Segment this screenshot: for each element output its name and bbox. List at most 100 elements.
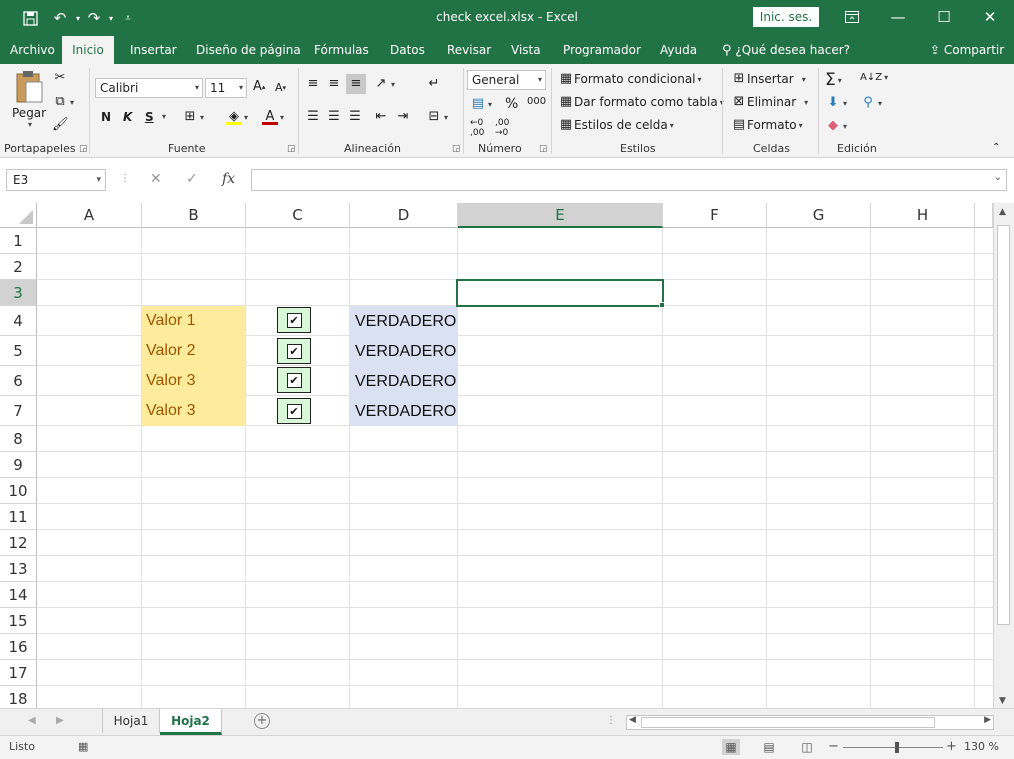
align-left-icon[interactable]: ☰ [305, 109, 321, 125]
cell-d6[interactable]: VERDADERO [351, 367, 456, 397]
merge-center-icon[interactable]: ⊟ ▾ [426, 109, 448, 125]
normal-view-icon[interactable]: ▦ [722, 739, 740, 755]
underline-dropdown-icon[interactable]: ▾ [160, 112, 166, 121]
column-header-e[interactable]: E [458, 203, 663, 228]
cell-b4[interactable]: Valor 1 [142, 306, 196, 336]
confirm-entry-icon[interactable]: ✓ [186, 171, 198, 187]
tab-insertar[interactable]: Insertar [130, 36, 177, 64]
add-sheet-icon[interactable]: + [254, 713, 270, 729]
row-header-3[interactable]: 3 [0, 280, 37, 306]
zoom-level[interactable]: 130 % [964, 740, 999, 753]
row-header-12[interactable]: 12 [0, 530, 37, 556]
increase-font-icon[interactable]: A ▴ [253, 79, 265, 94]
zoom-slider-thumb[interactable] [895, 742, 899, 753]
horizontal-scroll-thumb[interactable] [641, 717, 935, 728]
format-painter-icon[interactable]: 🖌 [52, 117, 69, 133]
column-header-b[interactable]: B [142, 203, 246, 228]
decrease-font-icon[interactable]: A ▾ [275, 81, 286, 94]
row-header-11[interactable]: 11 [0, 504, 37, 530]
column-header-f[interactable]: F [663, 203, 767, 228]
align-top-icon[interactable]: ≡ [305, 76, 321, 92]
font-name-combo[interactable]: Calibri ▾ [95, 78, 203, 98]
underline-button[interactable]: S [145, 110, 154, 124]
tab-split-grip-icon[interactable]: ⋮ [606, 715, 616, 726]
row-header-16[interactable]: 16 [0, 634, 37, 660]
column-header-h[interactable]: H [871, 203, 975, 228]
accounting-format-icon[interactable]: ▤ ▾ [470, 96, 492, 112]
scroll-down-icon[interactable]: ▼ [999, 696, 1006, 706]
zoom-in-icon[interactable]: + [946, 739, 957, 754]
formula-input[interactable]: ⌄ [251, 169, 1007, 191]
row-header-14[interactable]: 14 [0, 582, 37, 608]
maximize-icon[interactable]: ☐ [921, 0, 967, 34]
column-header-a[interactable]: A [37, 203, 142, 228]
row-header-7[interactable]: 7 [0, 396, 37, 426]
tab-inicio[interactable]: Inicio [62, 36, 114, 65]
borders-icon[interactable]: ⊞ ▾ [182, 109, 204, 125]
worksheet-grid[interactable]: A B C D E F G H 1 2 3 4 5 6 7 8 9 10 11 … [0, 203, 993, 708]
font-size-combo[interactable]: 11 ▾ [205, 78, 247, 98]
bold-button[interactable]: N [101, 110, 111, 124]
cancel-entry-icon[interactable]: ✕ [150, 171, 162, 187]
format-as-table-button[interactable]: ▦ Dar formato como tabla▾ [558, 94, 724, 110]
align-middle-icon[interactable]: ≡ [326, 76, 342, 92]
row-header-10[interactable]: 10 [0, 478, 37, 504]
checkbox-c6[interactable]: ✔ [277, 367, 311, 393]
autosum-icon[interactable]: Σ ▾ [825, 70, 842, 90]
italic-button[interactable]: K [123, 110, 132, 124]
row-header-18[interactable]: 18 [0, 686, 37, 708]
horizontal-scrollbar[interactable]: ◀ ▶ [626, 715, 994, 730]
increase-decimal-icon[interactable]: ←0,00 [470, 118, 484, 138]
find-select-icon[interactable]: ⚲ ▾ [860, 95, 882, 111]
checkbox-c5[interactable]: ✔ [277, 338, 311, 364]
column-header-d[interactable]: D [350, 203, 458, 228]
insert-function-icon[interactable]: fx [222, 171, 235, 187]
cut-icon[interactable]: ✂ [52, 70, 68, 86]
wrap-text-icon[interactable]: ↵ [426, 76, 442, 92]
align-right-icon[interactable]: ☰ [347, 109, 363, 125]
active-cell-e3[interactable] [456, 279, 664, 307]
row-header-15[interactable]: 15 [0, 608, 37, 634]
font-launcher-icon[interactable]: ◲ [287, 144, 296, 154]
tell-me-search[interactable]: ⚲ ¿Qué desea hacer? [722, 36, 850, 64]
select-all-button[interactable] [0, 203, 37, 228]
column-header-c[interactable]: C [246, 203, 350, 228]
row-header-9[interactable]: 9 [0, 452, 37, 478]
tab-revisar[interactable]: Revisar [447, 36, 491, 64]
checkbox-c7[interactable]: ✔ [277, 398, 311, 424]
column-header-i[interactable] [975, 203, 993, 228]
row-header-5[interactable]: 5 [0, 336, 37, 366]
insert-cells-button[interactable]: ⊞ Insertar ▾ [731, 71, 806, 87]
alignment-launcher-icon[interactable]: ◲ [452, 144, 461, 154]
tab-formulas[interactable]: Fórmulas [314, 36, 369, 64]
paste-button[interactable]: Pegar ▾ [12, 70, 46, 129]
fill-color-icon[interactable]: ◈ ▾ [226, 109, 248, 125]
row-header-8[interactable]: 8 [0, 426, 37, 452]
format-cells-button[interactable]: ▤ Formato ▾ [731, 117, 803, 133]
prev-sheet-icon[interactable]: ◀ [28, 715, 36, 726]
vertical-scrollbar[interactable]: ▲ ▼ [993, 203, 1014, 708]
row-header-1[interactable]: 1 [0, 228, 37, 254]
number-format-combo[interactable]: General ▾ [467, 70, 546, 90]
ribbon-display-icon[interactable] [829, 0, 875, 34]
share-button[interactable]: ⇪ Compartir [930, 36, 1004, 64]
cell-styles-button[interactable]: ▦ Estilos de celda ▾ [558, 117, 674, 133]
increase-indent-icon[interactable]: ⇥ [395, 109, 411, 125]
close-icon[interactable]: ✕ [967, 0, 1013, 34]
minimize-icon[interactable]: — [875, 0, 921, 34]
tab-vista[interactable]: Vista [511, 36, 541, 64]
name-box[interactable]: E3 ▾ [6, 169, 106, 191]
row-header-17[interactable]: 17 [0, 660, 37, 686]
scroll-right-icon[interactable]: ▶ [984, 715, 991, 725]
decrease-decimal-icon[interactable]: ,00 →0 [495, 118, 509, 138]
font-color-icon[interactable]: A ▾ [262, 109, 284, 125]
clear-icon[interactable]: ◆ ▾ [825, 118, 847, 134]
signin-button[interactable]: Inic. ses. [753, 7, 819, 27]
zoom-out-icon[interactable]: − [828, 739, 839, 754]
row-header-2[interactable]: 2 [0, 254, 37, 280]
vertical-scroll-thumb[interactable] [997, 225, 1010, 625]
tab-archivo[interactable]: Archivo [10, 36, 55, 64]
row-header-6[interactable]: 6 [0, 366, 37, 396]
scroll-up-icon[interactable]: ▲ [999, 207, 1006, 217]
zoom-slider[interactable] [843, 747, 943, 748]
